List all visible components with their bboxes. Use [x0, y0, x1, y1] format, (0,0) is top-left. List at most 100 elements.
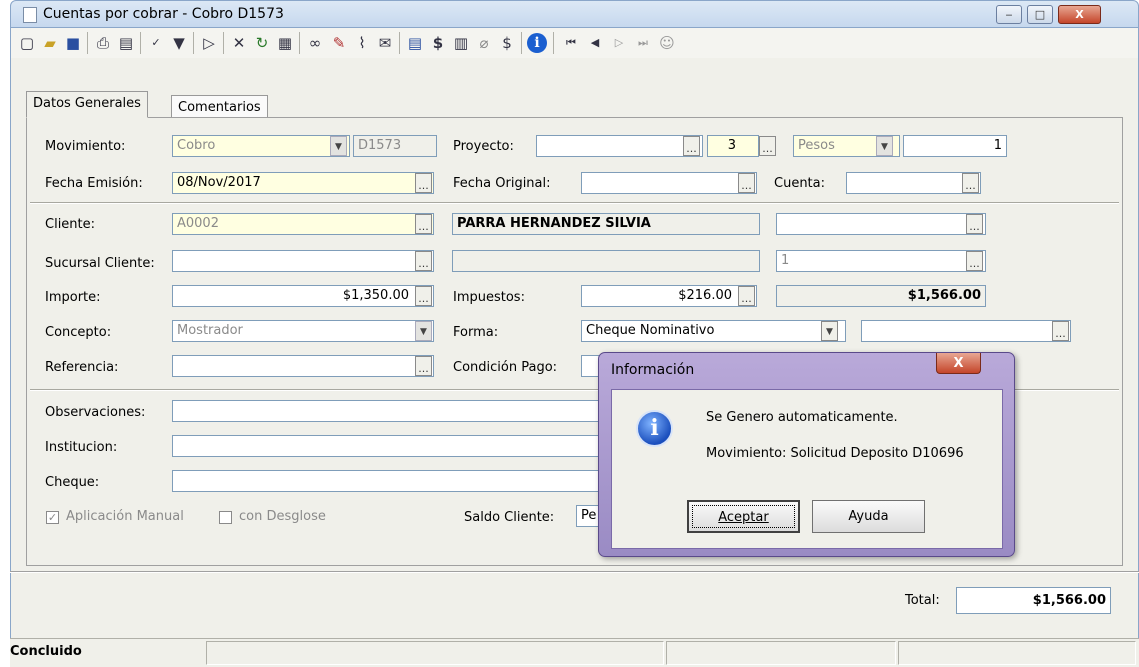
sucursal-cliente-field[interactable] — [172, 250, 434, 272]
aplicacion-manual-checkbox[interactable]: ✓ — [46, 511, 59, 524]
sucursal-cliente-lookup-button[interactable]: ... — [415, 251, 432, 271]
con-desglose-checkbox[interactable] — [219, 511, 232, 524]
chevron-down-icon[interactable]: ▼ — [876, 136, 893, 156]
aceptar-button[interactable]: Aceptar — [687, 500, 800, 533]
sucursal-number-field[interactable]: 1 — [776, 250, 986, 272]
sucursal-desc-field — [452, 250, 760, 272]
chevron-down-icon[interactable]: ▼ — [821, 321, 838, 341]
refresh-icon[interactable]: ↻ — [252, 33, 272, 53]
cliente-label: Cliente: — [45, 217, 96, 232]
payment-icon[interactable]: $ — [497, 33, 517, 53]
cliente-extra-field[interactable] — [776, 213, 986, 235]
institucion-field[interactable] — [172, 435, 602, 457]
institucion-label: Institucion: — [45, 440, 118, 455]
proyecto-number-field[interactable]: 3 — [707, 135, 759, 157]
comments-icon[interactable]: ✉ — [375, 33, 395, 53]
print-icon[interactable]: ⎙ — [93, 33, 113, 53]
sucursal-number-lookup-button[interactable]: ... — [966, 251, 983, 271]
attachment-icon[interactable]: ⌇ — [352, 33, 372, 53]
forma-field[interactable]: Cheque Nominativo — [581, 320, 846, 342]
table-icon[interactable]: ▥ — [451, 33, 471, 53]
proyecto-field[interactable] — [536, 135, 703, 157]
chevron-down-icon[interactable]: ▼ — [330, 136, 347, 156]
filter-icon[interactable]: ▼ — [169, 33, 189, 53]
observaciones-field[interactable] — [172, 400, 602, 422]
info-icon[interactable]: i — [527, 33, 547, 53]
fecha-emision-calendar-button[interactable]: ... — [415, 173, 432, 193]
impuestos-calc-button[interactable]: ... — [738, 286, 755, 306]
save-icon[interactable]: ■ — [63, 33, 83, 53]
referencia-field[interactable] — [172, 355, 434, 377]
movimiento-id-field: D1573 — [353, 135, 437, 157]
importe-total-field: $1,566.00 — [776, 285, 986, 307]
toolbar: ▢ ▰ ■ ⎙ ▤ ✓ ▼ ▷ ✕ ↻ ▦ ∞ ✎ ⌇ ✉ ▤ $ ▥ ⌀ $ … — [10, 28, 1139, 58]
dollar-icon[interactable]: $ — [428, 33, 448, 53]
calculator-icon[interactable]: ▦ — [275, 33, 295, 53]
dialog-message-2: Movimiento: Solicitud Deposito D10696 — [706, 446, 964, 461]
con-desglose-label: con Desglose — [239, 509, 326, 524]
notes-icon[interactable]: ✎ — [329, 33, 349, 53]
cliente-lookup-button[interactable]: ... — [415, 214, 432, 234]
forma-extra-lookup-button[interactable]: ... — [1052, 321, 1069, 341]
cuenta-label: Cuenta: — [774, 176, 825, 191]
concepto-label: Concepto: — [45, 325, 112, 340]
tipo-cambio-field[interactable]: 1 — [903, 135, 1007, 157]
separator — [30, 202, 1119, 204]
tab-comentarios[interactable]: Comentarios — [171, 95, 268, 117]
cliente-extra-lookup-button[interactable]: ... — [966, 214, 983, 234]
status-cell — [898, 641, 1136, 665]
forms-icon[interactable]: ⌀ — [474, 33, 494, 53]
chevron-down-icon[interactable]: ▼ — [415, 321, 432, 341]
fecha-emision-field[interactable]: 08/Nov/2017 — [172, 172, 434, 194]
proyecto-label: Proyecto: — [453, 139, 514, 154]
tab-datos-generales[interactable]: Datos Generales — [26, 91, 148, 118]
fecha-original-label: Fecha Original: — [453, 176, 551, 191]
cheque-field[interactable] — [172, 470, 602, 492]
cuenta-field[interactable] — [846, 172, 981, 194]
first-record-icon[interactable]: ⏮ — [561, 33, 581, 53]
next-record-icon[interactable]: ▷ — [609, 33, 629, 53]
movimiento-label: Movimiento: — [45, 139, 126, 154]
total-label: Total: — [905, 593, 940, 608]
minimize-button[interactable]: ‒ — [996, 5, 1022, 24]
footer-separator — [10, 571, 1139, 573]
open-folder-icon[interactable]: ▰ — [40, 33, 60, 53]
window-title-bar: Cuentas por cobrar - Cobro D1573 ‒ □ X — [10, 0, 1139, 28]
document-icon — [23, 7, 37, 23]
sucursal-cliente-label: Sucursal Cliente: — [45, 256, 155, 271]
new-icon[interactable]: ▢ — [17, 33, 37, 53]
users-icon[interactable]: ☺ — [657, 33, 677, 53]
fecha-original-calendar-button[interactable]: ... — [738, 173, 755, 193]
affect-icon[interactable]: ▷ — [199, 33, 219, 53]
movimiento-field[interactable]: Cobro — [172, 135, 350, 157]
concepto-field[interactable]: Mostrador — [172, 320, 434, 342]
referencia-lookup-button[interactable]: ... — [415, 356, 432, 376]
cancel-icon[interactable]: ✕ — [229, 33, 249, 53]
dialog-title: Información — [611, 362, 695, 378]
last-record-icon[interactable]: ⏭ — [633, 33, 653, 53]
cuenta-lookup-button[interactable]: ... — [962, 173, 979, 193]
importe-field[interactable]: $1,350.00 — [172, 285, 434, 307]
information-icon: i — [636, 410, 673, 447]
ayuda-button[interactable]: Ayuda — [812, 500, 925, 533]
report-icon[interactable]: ▤ — [405, 33, 425, 53]
close-button[interactable]: X — [1058, 5, 1101, 24]
dialog-message-1: Se Genero automaticamente. — [706, 410, 898, 425]
dialog-close-button[interactable]: X — [936, 353, 981, 374]
proyecto-number-lookup-button[interactable]: ... — [759, 136, 776, 156]
saldo-cliente-label: Saldo Cliente: — [464, 510, 555, 525]
dialog-body: i Se Genero automaticamente. Movimiento:… — [611, 389, 1003, 549]
cheque-label: Cheque: — [45, 475, 100, 490]
forma-extra-field[interactable] — [861, 320, 1071, 342]
spellcheck-icon[interactable]: ✓ — [146, 33, 166, 53]
proyecto-lookup-button[interactable]: ... — [683, 136, 700, 156]
link-icon[interactable]: ∞ — [305, 33, 325, 53]
previous-record-icon[interactable]: ◀ — [585, 33, 605, 53]
maximize-button[interactable]: □ — [1027, 5, 1053, 24]
impuestos-label: Impuestos: — [453, 290, 525, 305]
fecha-original-field[interactable] — [581, 172, 757, 194]
cliente-field[interactable]: A0002 — [172, 213, 434, 235]
importe-calc-button[interactable]: ... — [415, 286, 432, 306]
preview-icon[interactable]: ▤ — [116, 33, 136, 53]
impuestos-field[interactable]: $216.00 — [581, 285, 757, 307]
